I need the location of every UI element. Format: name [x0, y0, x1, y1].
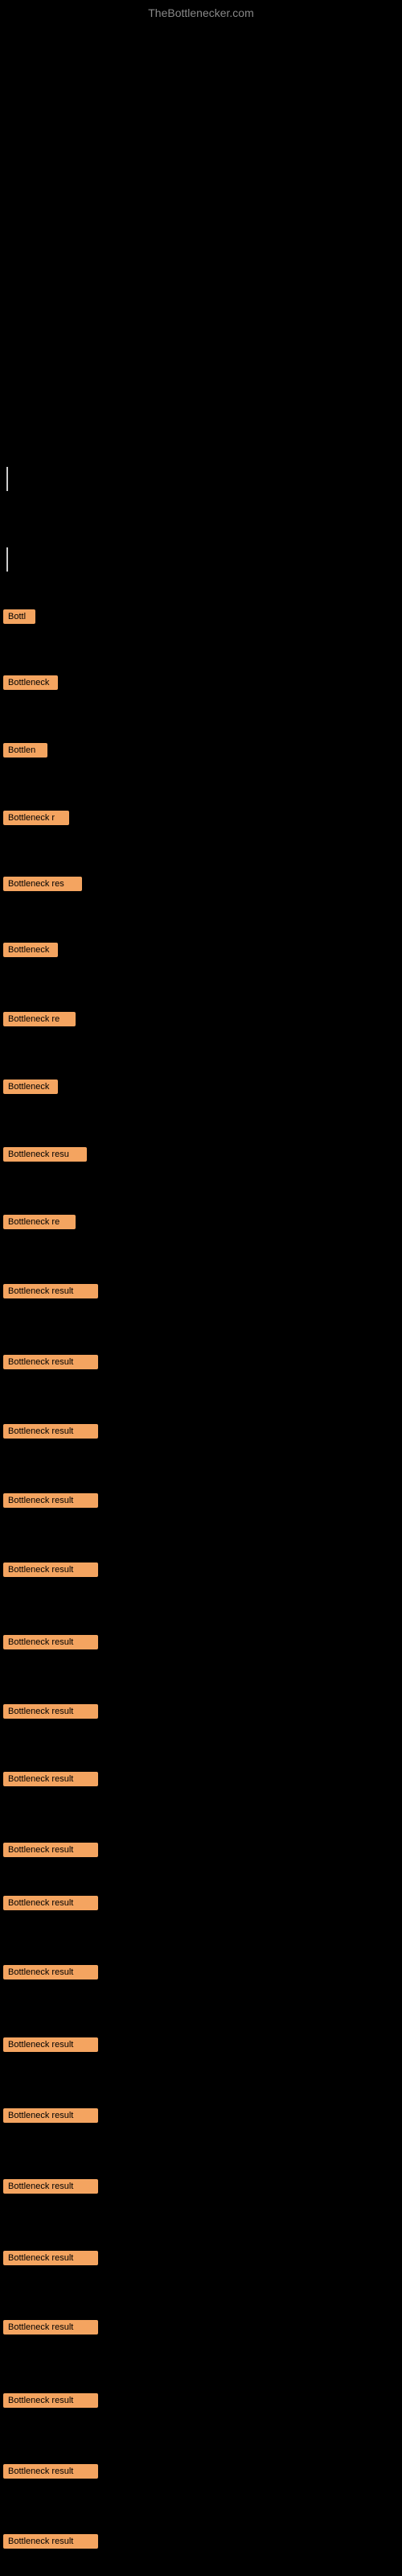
bottleneck-item-23: Bottleneck result: [3, 2107, 98, 2123]
bottleneck-badge-18: Bottleneck result: [3, 1772, 98, 1786]
bottleneck-badge-4: Bottleneck r: [3, 811, 69, 825]
bottleneck-item-20: Bottleneck result: [3, 1895, 98, 1910]
bottleneck-item-28: Bottleneck result: [3, 2463, 98, 2479]
bottleneck-badge-3: Bottlen: [3, 743, 47, 758]
bottleneck-item-7: Bottleneck re: [3, 1011, 76, 1026]
bottleneck-item-6: Bottleneck: [3, 942, 58, 957]
bottleneck-badge-16: Bottleneck result: [3, 1635, 98, 1649]
bottleneck-item-16: Bottleneck result: [3, 1634, 98, 1649]
bottleneck-item-22: Bottleneck result: [3, 2037, 98, 2052]
bottleneck-item-2: Bottleneck: [3, 675, 58, 690]
bottleneck-item-5: Bottleneck res: [3, 876, 82, 891]
bottleneck-badge-28: Bottleneck result: [3, 2464, 98, 2479]
bottleneck-badge-8: Bottleneck: [3, 1080, 58, 1094]
bottleneck-item-12: Bottleneck result: [3, 1354, 98, 1369]
bottleneck-badge-25: Bottleneck result: [3, 2251, 98, 2265]
bottleneck-badge-22: Bottleneck result: [3, 2037, 98, 2052]
bottleneck-badge-7: Bottleneck re: [3, 1012, 76, 1026]
bottleneck-badge-29: Bottleneck result: [3, 2534, 98, 2549]
bottleneck-item-25: Bottleneck result: [3, 2250, 98, 2265]
bottleneck-item-10: Bottleneck re: [3, 1214, 76, 1229]
bottleneck-item-1: Bottl: [3, 609, 35, 624]
bottleneck-badge-5: Bottleneck res: [3, 877, 82, 891]
bottleneck-item-15: Bottleneck result: [3, 1562, 98, 1577]
bottleneck-badge-20: Bottleneck result: [3, 1896, 98, 1910]
vertical-line-2: [6, 547, 8, 572]
bottleneck-item-19: Bottleneck result: [3, 1842, 98, 1857]
bottleneck-badge-15: Bottleneck result: [3, 1563, 98, 1577]
bottleneck-badge-23: Bottleneck result: [3, 2108, 98, 2123]
bottleneck-badge-26: Bottleneck result: [3, 2320, 98, 2334]
bottleneck-badge-14: Bottleneck result: [3, 1493, 98, 1508]
bottleneck-item-17: Bottleneck result: [3, 1703, 98, 1719]
site-title: TheBottlenecker.com: [148, 6, 254, 19]
bottleneck-badge-17: Bottleneck result: [3, 1704, 98, 1719]
bottleneck-badge-24: Bottleneck result: [3, 2179, 98, 2194]
bottleneck-badge-13: Bottleneck result: [3, 1424, 98, 1439]
bottleneck-item-4: Bottleneck r: [3, 810, 69, 825]
bottleneck-item-11: Bottleneck result: [3, 1283, 98, 1298]
vertical-line-1: [6, 467, 8, 491]
bottleneck-item-14: Bottleneck result: [3, 1492, 98, 1508]
bottleneck-badge-21: Bottleneck result: [3, 1965, 98, 1979]
bottleneck-item-27: Bottleneck result: [3, 2392, 98, 2408]
bottleneck-badge-27: Bottleneck result: [3, 2393, 98, 2408]
bottleneck-item-24: Bottleneck result: [3, 2178, 98, 2194]
bottleneck-item-29: Bottleneck result: [3, 2533, 98, 2549]
bottleneck-badge-9: Bottleneck resu: [3, 1147, 87, 1162]
bottleneck-badge-12: Bottleneck result: [3, 1355, 98, 1369]
bottleneck-badge-10: Bottleneck re: [3, 1215, 76, 1229]
bottleneck-badge-6: Bottleneck: [3, 943, 58, 957]
bottleneck-item-21: Bottleneck result: [3, 1964, 98, 1979]
bottleneck-badge-1: Bottl: [3, 609, 35, 624]
bottleneck-badge-2: Bottleneck: [3, 675, 58, 690]
bottleneck-item-9: Bottleneck resu: [3, 1146, 87, 1162]
bottleneck-item-8: Bottleneck: [3, 1079, 58, 1094]
bottleneck-item-13: Bottleneck result: [3, 1423, 98, 1439]
bottleneck-badge-19: Bottleneck result: [3, 1843, 98, 1857]
bottleneck-badge-11: Bottleneck result: [3, 1284, 98, 1298]
bottleneck-item-18: Bottleneck result: [3, 1771, 98, 1786]
bottleneck-item-3: Bottlen: [3, 742, 47, 758]
bottleneck-item-26: Bottleneck result: [3, 2319, 98, 2334]
